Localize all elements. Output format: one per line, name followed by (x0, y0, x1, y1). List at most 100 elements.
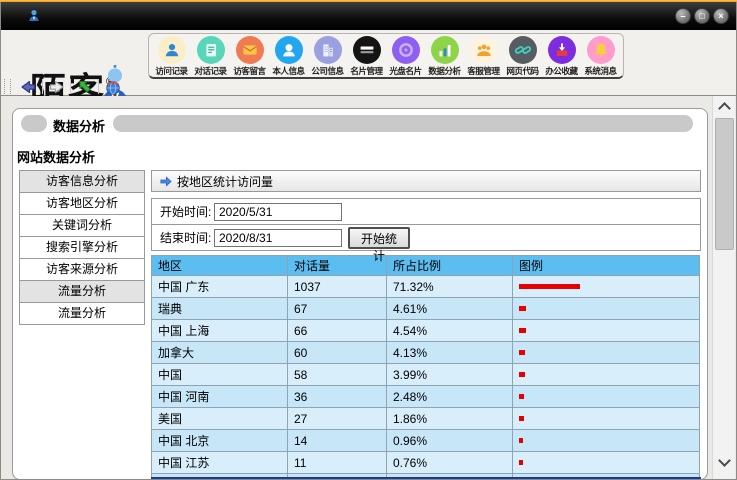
home-globe-icon[interactable] (104, 78, 122, 96)
minimize-button[interactable]: – (675, 8, 691, 24)
sidebar-item[interactable]: 关键词分析 (19, 214, 145, 237)
toolbar-button[interactable]: 网页代码 (503, 35, 542, 77)
toolbar-separator (42, 79, 43, 94)
back-icon[interactable] (19, 78, 37, 96)
table-row: 加拿大604.13% (152, 342, 700, 364)
start-time-row: 开始时间: (151, 198, 701, 225)
end-time-row: 结束时间: 开始统计 (151, 224, 701, 251)
report-header: 按地区统计访问量 (151, 170, 701, 192)
content-area: 数据分析 网站数据分析 访客信息分析访客地区分析关键词分析搜索引擎分析访客来源分… (0, 96, 737, 480)
scrollbar-thumb[interactable] (715, 118, 734, 250)
legend-bar (519, 306, 526, 311)
disc-card-icon (392, 36, 420, 64)
vertical-scrollbar[interactable] (712, 96, 735, 480)
legend-cell (513, 386, 700, 407)
toolbar-grip[interactable] (4, 79, 11, 94)
table-row: 中国 上海664.54% (152, 320, 700, 342)
sidebar-item[interactable]: 流量分析 (19, 302, 145, 325)
sidebar-group-header[interactable]: 访客信息分析 (19, 170, 145, 193)
toolbar-button[interactable]: 访问记录 (152, 35, 191, 77)
toolbar-separator (98, 79, 99, 94)
forward-icon[interactable] (48, 78, 66, 96)
count-cell: 10 (288, 474, 387, 479)
column-header: 图例 (513, 256, 700, 275)
section-title: 网站数据分析 (17, 147, 95, 166)
scroll-down-icon[interactable] (718, 454, 731, 467)
nav-toolbar (0, 78, 737, 96)
report-title: 按地区统计访问量 (177, 173, 273, 190)
legend-bar (519, 284, 580, 289)
legend-cell (513, 276, 700, 297)
table-row: 美国271.86% (152, 408, 700, 430)
scroll-up-icon[interactable] (718, 102, 731, 115)
count-cell: 58 (288, 364, 387, 385)
legend-cell (513, 408, 700, 429)
toolbar-button[interactable]: 客服管理 (464, 35, 503, 77)
region-cell: 中国 北京 (152, 430, 288, 451)
pct-cell: 2.48% (387, 386, 513, 407)
app-person-icon (26, 8, 42, 24)
count-cell: 36 (288, 386, 387, 407)
sidebar-item[interactable]: 访客地区分析 (19, 192, 145, 215)
legend-bar (519, 328, 526, 333)
toolbar-button-label: 网页代码 (504, 64, 541, 76)
data-analysis-icon (431, 36, 459, 64)
toolbar-button[interactable]: 办公收藏 (542, 35, 581, 77)
table-row: 中国 广东103771.32% (152, 276, 700, 298)
toolbar-button-label: 办公收藏 (543, 64, 580, 76)
legend-cell (513, 342, 700, 363)
toolbar-area: 陌客® 访问记录对话记录访客留言本人信息公司信息名片管理光盘名片数据分析客服管理… (0, 30, 737, 96)
sidebar-group-header[interactable]: 流量分析 (19, 280, 145, 303)
tab-strip-right-pill (113, 115, 693, 132)
count-cell: 67 (288, 298, 387, 319)
toolbar-button-label: 对话记录 (192, 64, 229, 76)
window-controls: – □ × (675, 8, 729, 24)
refresh-icon[interactable] (76, 78, 94, 96)
toolbar-button-label: 客服管理 (465, 64, 502, 76)
table-row: 中国 河南362.48% (152, 386, 700, 408)
title-bar[interactable]: – □ × (0, 2, 737, 30)
table-row: 中国 江苏110.76% (152, 452, 700, 474)
blue-arrow-icon (159, 175, 172, 188)
window-top-border (0, 0, 737, 2)
count-cell: 11 (288, 452, 387, 473)
count-cell: 1037 (288, 276, 387, 297)
sidebar-item[interactable]: 搜索引擎分析 (19, 236, 145, 259)
column-header: 所占比例 (387, 256, 513, 275)
toolbar-button-label: 名片管理 (348, 64, 385, 76)
web-code-icon (509, 36, 537, 64)
start-statistics-button[interactable]: 开始统计 (348, 227, 410, 249)
toolbar-button[interactable]: 对话记录 (191, 35, 230, 77)
start-time-input[interactable] (214, 203, 342, 221)
toolbar-button[interactable]: 访客留言 (230, 35, 269, 77)
count-cell: 60 (288, 342, 387, 363)
table-row: 中国583.99% (152, 364, 700, 386)
toolbar-button[interactable]: 数据分析 (425, 35, 464, 77)
app-window: – □ × 陌客® 访问记录对话记录访客留言本人信息公司信息名片管理光盘名片数据… (0, 0, 737, 480)
pct-cell: 3.99% (387, 364, 513, 385)
legend-cell (513, 298, 700, 319)
office-favorites-icon (548, 36, 576, 64)
legend-bar (519, 350, 525, 355)
data-analysis-panel: 数据分析 网站数据分析 访客信息分析访客地区分析关键词分析搜索引擎分析访客来源分… (12, 108, 708, 480)
legend-bar (519, 372, 525, 377)
business-card-icon (353, 36, 381, 64)
report-frame: 按地区统计访问量 开始时间: 结束时间: 开始统计 地区对话量所占比例图例中国 … (151, 170, 701, 479)
end-time-input[interactable] (214, 229, 342, 247)
toolbar-button[interactable]: 系统消息 (581, 35, 620, 77)
sidebar-item[interactable]: 访客来源分析 (19, 258, 145, 281)
toolbar-button[interactable]: 公司信息 (308, 35, 347, 77)
count-cell: 66 (288, 320, 387, 341)
table-row: 瑞典674.61% (152, 298, 700, 320)
region-cell: 加拿大 (152, 342, 288, 363)
pct-cell: 0.69% (387, 474, 513, 479)
toolbar-button[interactable]: 本人信息 (269, 35, 308, 77)
tab-data-analysis[interactable]: 数据分析 (53, 116, 105, 135)
customer-service-icon (470, 36, 498, 64)
close-button[interactable]: × (713, 8, 729, 24)
toolbar-button[interactable]: 光盘名片 (386, 35, 425, 77)
toolbar-button[interactable]: 名片管理 (347, 35, 386, 77)
region-cell: 中国 上海 (152, 320, 288, 341)
legend-bar (519, 394, 524, 399)
maximize-button[interactable]: □ (694, 8, 710, 24)
